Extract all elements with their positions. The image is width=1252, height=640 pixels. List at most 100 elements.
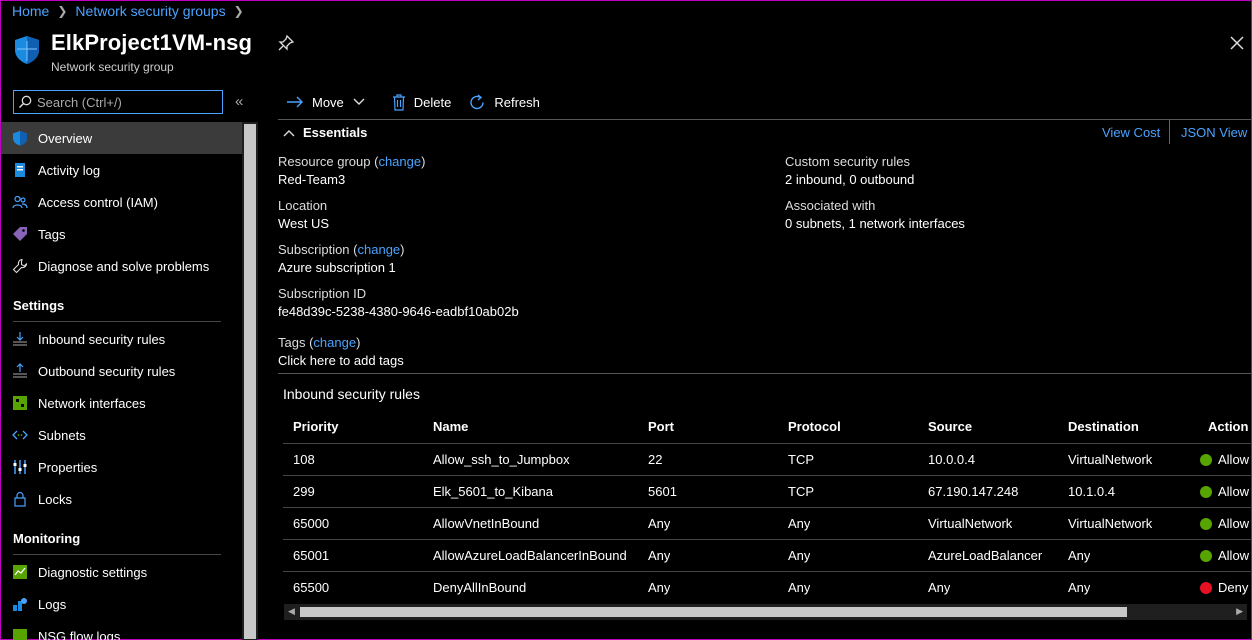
outbound-rules-icon bbox=[13, 363, 27, 378]
divider bbox=[278, 373, 1252, 374]
destination-cell: Any bbox=[1068, 548, 1091, 563]
protocol-cell: TCP bbox=[788, 452, 814, 467]
sidebar-item-label: Access control (IAM) bbox=[38, 194, 158, 210]
sidebar-item-outbound-rules[interactable]: Outbound security rules bbox=[1, 355, 242, 387]
sidebar-divider bbox=[13, 554, 221, 555]
refresh-button[interactable]: Refresh bbox=[469, 93, 540, 111]
column-header-source[interactable]: Source bbox=[928, 411, 972, 443]
column-header-port[interactable]: Port bbox=[648, 411, 674, 443]
subscription-link[interactable]: Azure subscription 1 bbox=[278, 260, 396, 275]
priority-cell: 108 bbox=[293, 452, 315, 467]
check-circle-icon bbox=[1200, 517, 1212, 530]
sidebar-item-diagnostic-settings[interactable]: Diagnostic settings bbox=[1, 556, 242, 588]
column-header-destination[interactable]: Destination bbox=[1068, 411, 1139, 443]
inbound-rules-icon bbox=[13, 332, 27, 346]
sidebar-item-label: Activity log bbox=[38, 162, 101, 178]
sidebar-item-inbound-rules[interactable]: Inbound security rules bbox=[1, 323, 242, 355]
sidebar-scrollbar[interactable] bbox=[242, 122, 258, 640]
column-header-action[interactable]: Action bbox=[1208, 411, 1252, 443]
chevron-right-icon: ❯ bbox=[233, 4, 244, 18]
close-icon[interactable] bbox=[1228, 34, 1246, 52]
properties-icon bbox=[13, 460, 27, 474]
pin-icon[interactable] bbox=[277, 34, 295, 52]
action-cell: Allow bbox=[1200, 444, 1252, 476]
destination-cell: VirtualNetwork bbox=[1068, 452, 1153, 467]
subscription-label: Subscription (change) bbox=[278, 242, 405, 257]
table-row[interactable]: 299 Elk_5601_to_Kibana 5601 TCP 67.190.1… bbox=[283, 475, 1252, 507]
action-cell: Deny bbox=[1200, 572, 1252, 604]
scroll-right-icon[interactable]: ▶ bbox=[1236, 606, 1243, 617]
subscription-id-label: Subscription ID bbox=[278, 286, 367, 301]
tag-icon bbox=[13, 227, 27, 241]
network-interface-icon bbox=[13, 396, 27, 410]
breadcrumb: Home ❯ Network security groups ❯ bbox=[12, 2, 244, 20]
name-cell: AllowVnetInBound bbox=[433, 516, 540, 531]
sidebar-item-activity-log[interactable]: Activity log bbox=[1, 154, 242, 186]
sidebar-item-access-control[interactable]: Access control (IAM) bbox=[1, 186, 242, 218]
inbound-rules-title: Inbound security rules bbox=[283, 386, 420, 402]
port-cell: Any bbox=[648, 548, 671, 563]
delete-button[interactable]: Delete bbox=[392, 93, 451, 111]
table-row[interactable]: 65500 DenyAllInBound Any Any Any Any Den… bbox=[283, 571, 1252, 603]
sidebar: Overview Activity log Access control (IA… bbox=[1, 122, 242, 640]
table-row[interactable]: 65000 AllowVnetInBound Any Any VirtualNe… bbox=[283, 507, 1252, 539]
search-field[interactable] bbox=[13, 90, 223, 114]
table-scrollbar-thumb[interactable] bbox=[300, 607, 1127, 617]
collapse-sidebar-icon[interactable]: « bbox=[235, 93, 243, 110]
resource-group-change-link[interactable]: change bbox=[378, 154, 421, 169]
sidebar-scrollbar-thumb[interactable] bbox=[244, 124, 256, 639]
sidebar-item-label: Inbound security rules bbox=[38, 331, 166, 347]
search-input[interactable] bbox=[37, 94, 217, 110]
sidebar-item-properties[interactable]: Properties bbox=[1, 451, 242, 483]
logs-icon bbox=[13, 598, 27, 611]
sidebar-item-tags[interactable]: Tags bbox=[1, 218, 242, 250]
essentials-toggle[interactable]: Essentials bbox=[283, 125, 367, 140]
table-row[interactable]: 108 Allow_ssh_to_Jumpbox 22 TCP 10.0.0.4… bbox=[283, 443, 1252, 475]
activity-log-icon bbox=[15, 163, 25, 177]
destination-cell: 10.1.0.4 bbox=[1068, 484, 1115, 499]
action-cell: Allow bbox=[1200, 476, 1252, 508]
resource-group-link[interactable]: Red-Team3 bbox=[278, 172, 345, 187]
sidebar-item-label: Overview bbox=[38, 130, 93, 146]
diagnostic-icon bbox=[13, 565, 27, 579]
lock-icon bbox=[14, 491, 26, 507]
chevron-up-icon bbox=[283, 129, 295, 136]
trash-icon bbox=[392, 93, 405, 111]
sidebar-item-subnets[interactable]: Subnets bbox=[1, 419, 242, 451]
sidebar-heading-monitoring: Monitoring bbox=[13, 531, 81, 546]
sidebar-item-label: Logs bbox=[38, 596, 67, 612]
column-header-protocol[interactable]: Protocol bbox=[788, 411, 841, 443]
sidebar-heading-settings: Settings bbox=[13, 298, 65, 313]
sidebar-item-overview[interactable]: Overview bbox=[1, 122, 242, 154]
column-header-priority[interactable]: Priority bbox=[293, 411, 339, 443]
command-bar: Move Delete Refresh bbox=[286, 90, 558, 114]
subscription-change-link[interactable]: change bbox=[358, 242, 401, 257]
move-button[interactable]: Move bbox=[286, 95, 374, 110]
sidebar-item-network-interfaces[interactable]: Network interfaces bbox=[1, 387, 242, 419]
protocol-cell: Any bbox=[788, 580, 811, 595]
shield-icon bbox=[15, 36, 39, 64]
scroll-left-icon[interactable]: ◀ bbox=[288, 606, 295, 617]
custom-rules-value: 2 inbound, 0 outbound bbox=[785, 172, 915, 187]
destination-cell: Any bbox=[1068, 580, 1091, 595]
sidebar-item-locks[interactable]: Locks bbox=[1, 483, 242, 515]
json-view-link[interactable]: JSON View bbox=[1181, 125, 1247, 140]
add-tags-link[interactable]: Click here to add tags bbox=[278, 353, 404, 368]
view-cost-link[interactable]: View Cost bbox=[1102, 125, 1160, 140]
name-cell: Allow_ssh_to_Jumpbox bbox=[433, 452, 570, 467]
breadcrumb-home-link[interactable]: Home bbox=[12, 3, 49, 19]
sidebar-item-label: Subnets bbox=[38, 427, 86, 443]
sidebar-item-nsg-flow-logs[interactable]: NSG flow logs bbox=[1, 620, 242, 640]
priority-cell: 299 bbox=[293, 484, 315, 499]
tags-change-link[interactable]: change bbox=[313, 335, 356, 350]
column-header-name[interactable]: Name bbox=[433, 411, 468, 443]
sidebar-item-label: Network interfaces bbox=[38, 395, 146, 411]
sidebar-item-logs[interactable]: Logs bbox=[1, 588, 242, 620]
check-circle-icon bbox=[1200, 485, 1212, 498]
breadcrumb-nsg-link[interactable]: Network security groups bbox=[75, 3, 225, 19]
move-label: Move bbox=[312, 94, 344, 110]
table-row[interactable]: 65001 AllowAzureLoadBalancerInBound Any … bbox=[283, 539, 1252, 571]
table-horizontal-scrollbar[interactable]: ◀ ▶ bbox=[284, 604, 1247, 620]
sidebar-item-diagnose[interactable]: Diagnose and solve problems bbox=[1, 250, 242, 282]
port-cell: 22 bbox=[648, 452, 663, 467]
